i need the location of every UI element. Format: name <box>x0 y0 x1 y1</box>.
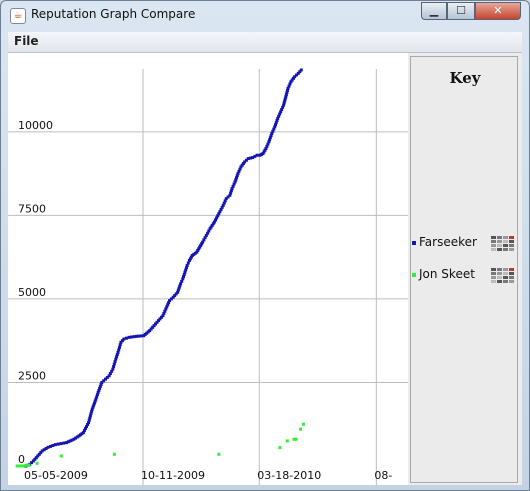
y-tick-label: 7500 <box>18 202 46 215</box>
x-tick-label: 03-18-2010 <box>257 469 321 482</box>
y-tick-label: 2500 <box>18 369 46 382</box>
data-point-farseeker <box>53 443 57 447</box>
key-title: Key <box>449 69 481 87</box>
key-entry-label: Farseeker <box>419 235 477 249</box>
menu-file[interactable]: File <box>14 34 39 48</box>
palette-cell <box>497 280 502 283</box>
palette-cell <box>503 272 508 275</box>
data-point-jon-skeet <box>299 427 303 431</box>
java-cup-icon: ☕ <box>10 8 26 24</box>
palette-cell <box>503 240 508 243</box>
data-point-farseeker <box>122 337 126 341</box>
palette-cell <box>509 240 514 243</box>
data-point-farseeker <box>255 153 259 157</box>
legend-swatch <box>412 241 416 245</box>
data-point-jon-skeet <box>15 464 19 468</box>
minimize-button[interactable]: ▁ <box>421 2 447 20</box>
reputation-chart: 0 2500 5000 7500 10000 05-05-2009 10-11-2009 03… <box>8 53 408 485</box>
palette-cell <box>491 244 496 247</box>
palette-cell <box>491 276 496 279</box>
data-point-jon-skeet <box>301 422 305 426</box>
palette-cell <box>497 236 502 239</box>
palette-cell <box>491 240 496 243</box>
y-tick-label: 0 <box>18 453 25 466</box>
data-point-jon-skeet <box>27 463 31 467</box>
x-tick-label: 05-05-2009 <box>24 469 88 482</box>
data-point-jon-skeet <box>21 464 25 468</box>
menu-bar: File <box>8 32 522 53</box>
palette-cell <box>497 240 502 243</box>
palette-cell <box>509 280 514 283</box>
palette-cell <box>509 276 514 279</box>
data-point-jon-skeet <box>59 454 63 458</box>
palette-cell <box>497 276 502 279</box>
y-tick-label: 10000 <box>18 119 53 132</box>
data-point-jon-skeet <box>112 452 116 456</box>
palette-cell <box>503 276 508 279</box>
key-entry-farseeker: Farseeker <box>411 234 519 254</box>
palette-cell <box>503 248 508 251</box>
content-area: 0 2500 5000 7500 10000 05-05-2009 10-11-2009 03… <box>8 53 522 485</box>
data-point-jon-skeet <box>294 437 298 441</box>
data-point-farseeker <box>124 336 128 340</box>
data-point-jon-skeet <box>35 461 39 465</box>
data-point-farseeker <box>56 442 60 446</box>
key-entry-label: Jon Skeet <box>419 267 475 281</box>
data-point-jon-skeet <box>18 464 22 468</box>
close-button[interactable]: ✕ <box>475 2 521 20</box>
color-palette-icon[interactable] <box>491 234 515 252</box>
title-bar[interactable]: ☕ Reputation Graph Compare ▁ ☐ ✕ <box>1 1 529 31</box>
data-point-farseeker <box>59 442 63 446</box>
palette-cell <box>491 272 496 275</box>
y-tick-label: 5000 <box>18 286 46 299</box>
x-tick-label: 10-11-2009 <box>141 469 205 482</box>
palette-cell <box>491 236 496 239</box>
palette-cell <box>509 272 514 275</box>
color-palette-icon[interactable] <box>491 266 515 284</box>
maximize-button[interactable]: ☐ <box>447 2 475 20</box>
data-point-farseeker <box>299 68 303 72</box>
window-title: Reputation Graph Compare <box>31 7 196 21</box>
data-point-farseeker <box>62 441 66 445</box>
chart-canvas: 0 2500 5000 7500 10000 05-05-2009 10-11-2009 03… <box>8 68 408 485</box>
x-tick-label: 08- <box>374 469 392 482</box>
data-point-jon-skeet <box>278 446 282 450</box>
key-panel: Key Farseeker Jon Skeet <box>410 56 518 483</box>
palette-cell <box>503 236 508 239</box>
palette-cell <box>503 280 508 283</box>
palette-cell <box>503 244 508 247</box>
palette-cell <box>497 248 502 251</box>
palette-cell <box>497 268 502 271</box>
palette-cell <box>491 248 496 251</box>
key-entry-jon-skeet: Jon Skeet <box>411 266 519 286</box>
palette-cell <box>497 272 502 275</box>
palette-cell <box>491 280 496 283</box>
legend-swatch <box>412 273 416 277</box>
palette-cell <box>509 244 514 247</box>
palette-cell <box>491 268 496 271</box>
data-point-jon-skeet <box>217 452 221 456</box>
palette-cell <box>509 248 514 251</box>
palette-cell <box>509 236 514 239</box>
data-point-jon-skeet <box>24 463 28 467</box>
palette-cell <box>497 244 502 247</box>
app-window: ☕ Reputation Graph Compare ▁ ☐ ✕ File 0 2… <box>0 0 530 491</box>
data-point-jon-skeet <box>285 439 289 443</box>
palette-cell <box>509 268 514 271</box>
palette-cell <box>503 268 508 271</box>
